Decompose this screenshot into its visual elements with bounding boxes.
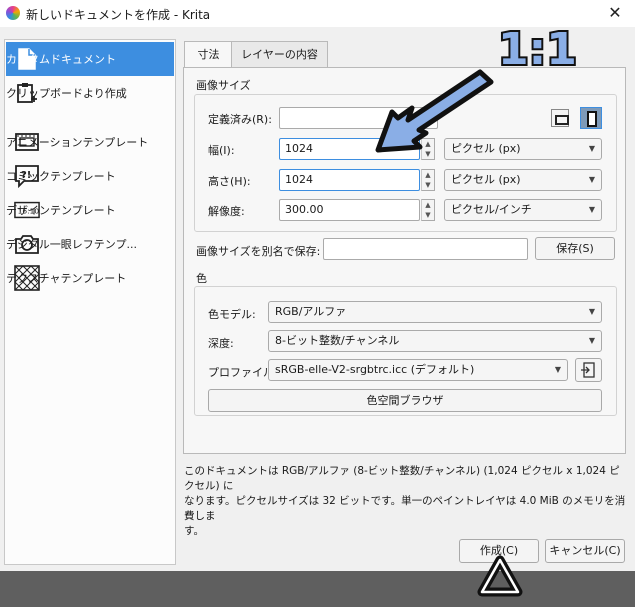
annotation-triangle-icon (477, 555, 523, 597)
annotation-arrow-icon (375, 69, 494, 153)
ratio-annotation-text: 1:1 (498, 24, 577, 75)
annotation-overlay: 1:1 (375, 22, 579, 597)
